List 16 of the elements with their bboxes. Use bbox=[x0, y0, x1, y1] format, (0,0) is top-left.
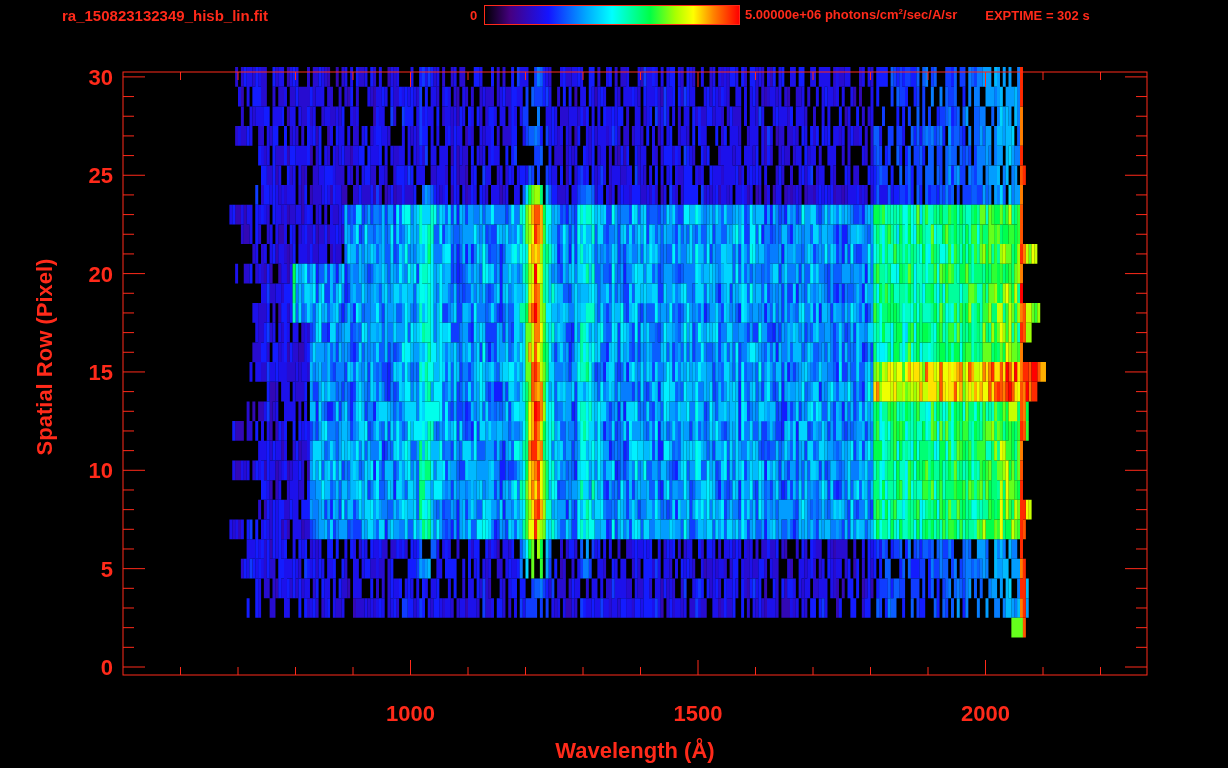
y-tick-label: 25 bbox=[88, 163, 113, 189]
y-tick-label: 5 bbox=[100, 556, 113, 582]
y-tick-label: 30 bbox=[88, 64, 113, 90]
y-tick-label: 0 bbox=[100, 655, 113, 680]
x-tick-label: 1500 bbox=[673, 701, 723, 726]
y-axis-title: Spatial Row (Pixel) bbox=[32, 258, 57, 456]
x-tick-label: 1000 bbox=[386, 701, 435, 726]
x-axis-title: Wavelength (Å) bbox=[555, 738, 715, 763]
x-tick-label: 2000 bbox=[961, 701, 1010, 726]
y-tick-label: 20 bbox=[88, 261, 113, 287]
colorbar-min-label: 0 bbox=[470, 7, 479, 23]
exposure-label: EXPTIME = 302 s bbox=[985, 7, 1090, 23]
y-tick-label: 15 bbox=[88, 359, 113, 385]
file-title: ra_150823132349_hisb_lin.fit bbox=[62, 6, 269, 24]
colorbar-max-label: 5.00000e+06 photons/cm$^{2}$/sec/A/sr bbox=[745, 7, 958, 23]
y-tick-label: 10 bbox=[88, 458, 113, 484]
